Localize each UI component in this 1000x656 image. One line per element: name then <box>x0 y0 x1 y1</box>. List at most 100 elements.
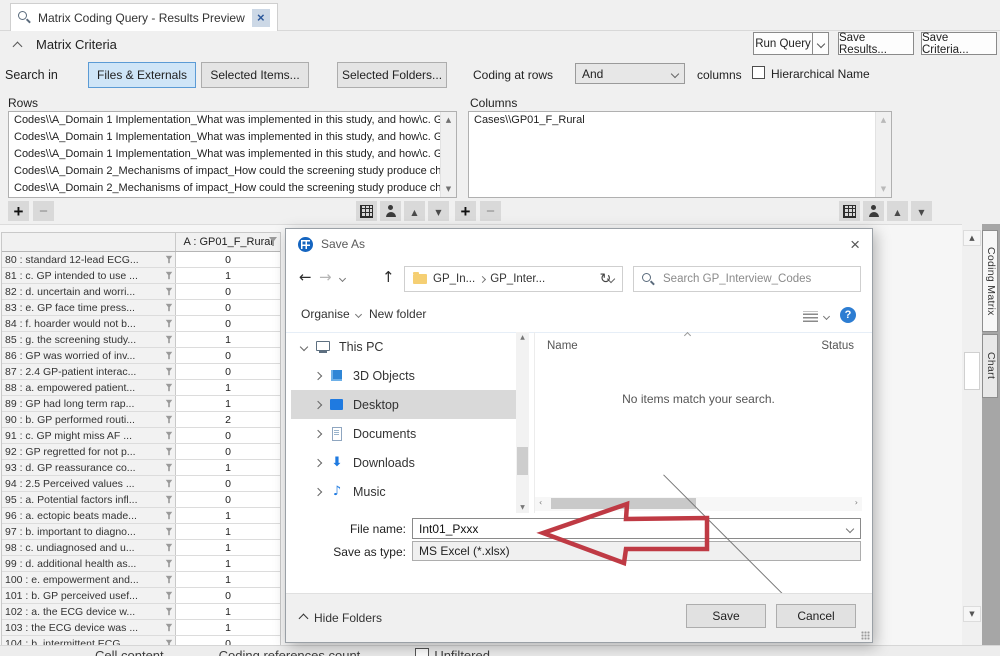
table-row[interactable]: 80 : standard 12-lead ECG... 0 <box>2 252 280 268</box>
filter-icon[interactable] <box>166 368 173 376</box>
scroll-right-icon[interactable]: › <box>855 498 858 507</box>
filter-icon[interactable] <box>166 608 173 616</box>
rows-move-up-button[interactable] <box>404 201 425 221</box>
scroll-up-icon[interactable]: ▲ <box>876 113 891 127</box>
filter-icon[interactable] <box>166 496 173 504</box>
table-row[interactable]: 102 : a. the ECG device w... 1 <box>2 604 280 620</box>
refresh-button[interactable]: ↻ <box>589 266 623 292</box>
rows-list-item[interactable]: Codes\\A_Domain 1 Implementation_What wa… <box>9 129 456 146</box>
tree-item[interactable]: Documents <box>291 419 516 448</box>
scope-button[interactable]: Selected Items... <box>201 62 309 88</box>
chevron-down-icon[interactable] <box>823 313 830 320</box>
back-icon[interactable]: ← <box>299 268 312 286</box>
help-icon[interactable]: ? <box>840 307 856 323</box>
table-row[interactable]: 81 : c. GP intended to use ... 1 <box>2 268 280 284</box>
filter-icon[interactable] <box>166 256 173 264</box>
rows-move-down-button[interactable] <box>428 201 449 221</box>
scope-button[interactable]: Files & Externals <box>88 62 196 88</box>
dialog-title-bar[interactable]: Save As × <box>286 229 872 259</box>
columns-remove-button[interactable]: − <box>480 201 501 221</box>
filter-icon[interactable] <box>166 464 173 472</box>
filter-icon[interactable] <box>166 544 173 552</box>
chevron-icon[interactable] <box>314 429 322 437</box>
scrollbar-thumb[interactable] <box>551 498 696 509</box>
unfiltered-checkbox[interactable] <box>415 648 429 656</box>
scroll-down-icon[interactable]: ▼ <box>963 606 981 622</box>
columns-move-up-button[interactable] <box>887 201 908 221</box>
filter-icon[interactable] <box>166 320 173 328</box>
close-icon[interactable]: × <box>850 236 860 253</box>
chevron-down-icon[interactable] <box>846 524 854 532</box>
table-row[interactable]: 100 : e. empowerment and... 1 <box>2 572 280 588</box>
name-column-header[interactable]: Name <box>547 340 578 352</box>
save-results-button[interactable]: Save Results... <box>838 32 914 55</box>
filter-icon[interactable] <box>166 480 173 488</box>
rows-listbox[interactable]: Codes\\A_Domain 1 Implementation_What wa… <box>8 111 457 198</box>
forward-icon[interactable]: → <box>319 268 332 286</box>
scroll-up-icon[interactable]: ▲ <box>516 334 529 341</box>
table-row[interactable]: 85 : g. the screening study... 1 <box>2 332 280 348</box>
filter-icon[interactable] <box>166 560 173 568</box>
table-row[interactable]: 95 : a. Potential factors infl... 0 <box>2 492 280 508</box>
table-row[interactable]: 84 : f. hoarder would not b... 0 <box>2 316 280 332</box>
scrollbar-thumb[interactable] <box>517 447 528 475</box>
scroll-down-icon[interactable]: ▼ <box>441 182 456 196</box>
new-folder-button[interactable]: New folder <box>369 307 426 321</box>
file-name-combo[interactable] <box>412 518 861 539</box>
cancel-button[interactable]: Cancel <box>776 604 856 628</box>
scroll-down-icon[interactable]: ▼ <box>876 182 891 196</box>
filter-icon[interactable] <box>166 384 173 392</box>
rows-list-item[interactable]: Codes\\A_Domain 2_Mechanisms of impact_H… <box>9 163 456 180</box>
filter-icon[interactable] <box>166 528 173 536</box>
table-row[interactable]: 89 : GP had long term rap... 1 <box>2 396 280 412</box>
chevron-icon[interactable] <box>314 400 322 408</box>
hide-folders-button[interactable]: Hide Folders <box>300 611 382 625</box>
table-row[interactable]: 87 : 2.4 GP-patient interac... 0 <box>2 364 280 380</box>
hierarchical-name-checkbox[interactable] <box>752 66 765 79</box>
chevron-icon[interactable] <box>314 458 322 466</box>
file-name-input[interactable] <box>413 522 847 536</box>
columns-list-scrollbar[interactable]: ▲ ▼ <box>875 112 891 197</box>
breadcrumb-current[interactable]: GP_Inter... <box>490 273 545 285</box>
table-row[interactable]: 92 : GP regretted for not p... 0 <box>2 444 280 460</box>
table-row[interactable]: 83 : e. GP face time press... 0 <box>2 300 280 316</box>
filter-icon[interactable] <box>166 512 173 520</box>
resize-grip[interactable] <box>861 631 870 640</box>
table-row[interactable]: 88 : a. empowered patient... 1 <box>2 380 280 396</box>
up-icon[interactable]: ↑ <box>382 268 395 286</box>
chevron-icon[interactable] <box>314 371 322 379</box>
table-row[interactable]: 93 : d. GP reassurance co... 1 <box>2 460 280 476</box>
tab-matrix-coding-query[interactable]: Matrix Coding Query - Results Preview × <box>10 3 278 31</box>
column-header[interactable]: A : GP01_F_Rural <box>176 233 280 251</box>
organise-button[interactable]: Organise <box>301 307 361 321</box>
scroll-up-icon[interactable]: ▲ <box>963 230 981 246</box>
columns-select-items-button[interactable] <box>839 201 860 221</box>
table-row[interactable]: 90 : b. GP performed routi... 2 <box>2 412 280 428</box>
tree-item[interactable]: Desktop <box>291 390 516 419</box>
search-box[interactable] <box>633 266 861 292</box>
save-criteria-button[interactable]: Save Criteria... <box>921 32 997 55</box>
filter-icon[interactable] <box>166 272 173 280</box>
run-query-dropdown[interactable] <box>812 32 829 55</box>
status-column-header[interactable]: Status <box>821 340 854 352</box>
scroll-left-icon[interactable]: ‹ <box>539 498 542 507</box>
collapse-chevron-icon[interactable] <box>13 42 23 52</box>
filter-icon[interactable] <box>166 448 173 456</box>
table-row[interactable]: 101 : b. GP perceived usef... 0 <box>2 588 280 604</box>
side-tab[interactable]: Coding Matrix <box>982 230 998 332</box>
search-input[interactable] <box>661 272 852 286</box>
chevron-icon[interactable] <box>314 487 322 495</box>
folder-tree[interactable]: This PC 3D Objects Desktop <box>291 332 516 513</box>
columns-list-item[interactable]: Cases\\GP01_F_Rural <box>469 112 891 129</box>
filter-icon[interactable] <box>166 288 173 296</box>
table-row[interactable]: 94 : 2.5 Perceived values ... 0 <box>2 476 280 492</box>
operator-dropdown[interactable]: And <box>575 63 685 84</box>
save-as-type-dropdown[interactable]: MS Excel (*.xlsx) <box>412 541 861 561</box>
scroll-down-icon[interactable]: ▼ <box>516 504 529 511</box>
history-chevron-icon[interactable] <box>339 275 346 282</box>
scroll-up-icon[interactable]: ▲ <box>441 113 456 127</box>
tree-scrollbar[interactable]: ▲ ▼ <box>516 332 529 513</box>
scrollbar-thumb[interactable] <box>964 352 980 390</box>
rows-select-cases-button[interactable] <box>380 201 401 221</box>
table-row[interactable]: 96 : a. ectopic beats made... 1 <box>2 508 280 524</box>
